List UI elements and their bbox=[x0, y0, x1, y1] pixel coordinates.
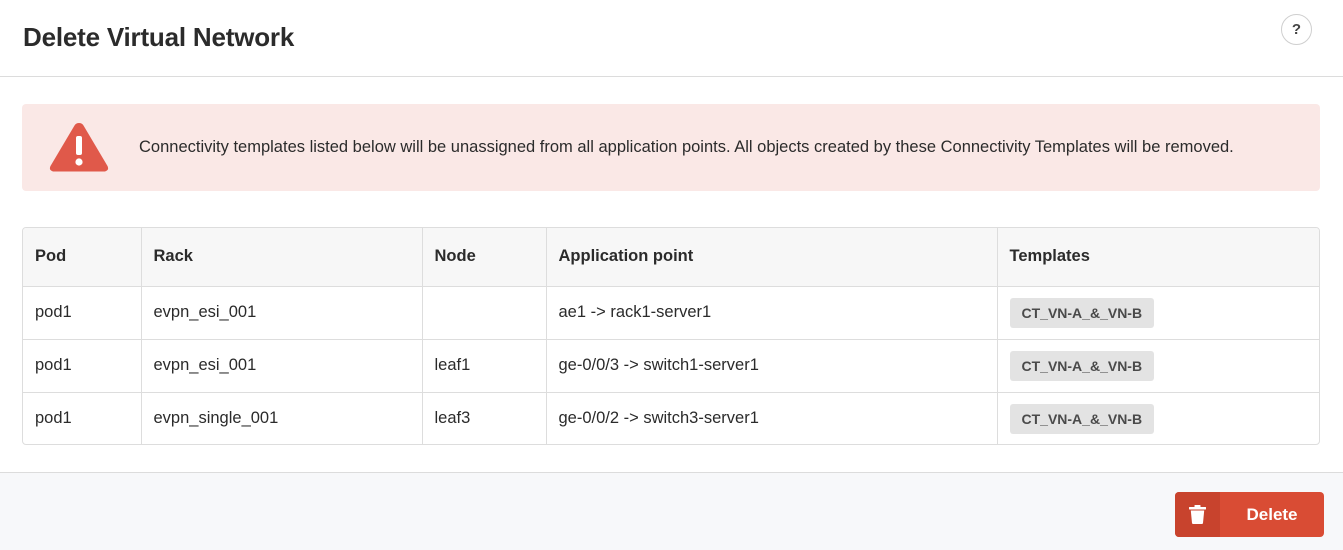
cell-application-point: ae1 -> rack1-server1 bbox=[546, 286, 998, 339]
delete-button[interactable]: Delete bbox=[1175, 492, 1324, 537]
dialog-header: Delete Virtual Network ? bbox=[0, 0, 1343, 77]
warning-alert: Connectivity templates listed below will… bbox=[22, 104, 1320, 191]
dialog-footer: Delete bbox=[0, 472, 1343, 550]
dialog-title: Delete Virtual Network bbox=[23, 22, 295, 52]
cell-application-point: ge-0/0/3 -> switch1-server1 bbox=[546, 339, 998, 392]
connectivity-templates-table: Pod Rack Node Application point Template… bbox=[22, 227, 1320, 445]
template-tag[interactable]: CT_VN-A_&_VN-B bbox=[1009, 297, 1155, 328]
column-header-pod[interactable]: Pod bbox=[23, 228, 142, 287]
cell-rack: evpn_esi_001 bbox=[141, 339, 423, 392]
column-header-node[interactable]: Node bbox=[422, 228, 547, 287]
cell-application-point: ge-0/0/2 -> switch3-server1 bbox=[546, 392, 998, 444]
cell-pod: pod1 bbox=[23, 286, 142, 339]
table-row: pod1 evpn_esi_001 leaf1 ge-0/0/3 -> swit… bbox=[23, 339, 1319, 392]
cell-rack: evpn_esi_001 bbox=[141, 286, 423, 339]
cell-templates: CT_VN-A_&_VN-B bbox=[997, 339, 1319, 392]
alert-message: Connectivity templates listed below will… bbox=[139, 138, 1234, 156]
column-header-application-point[interactable]: Application point bbox=[546, 228, 998, 287]
column-header-templates[interactable]: Templates bbox=[997, 228, 1319, 287]
trash-icon bbox=[1189, 505, 1206, 524]
table-row: pod1 evpn_single_001 leaf3 ge-0/0/2 -> s… bbox=[23, 392, 1319, 444]
cell-pod: pod1 bbox=[23, 392, 142, 444]
template-tag[interactable]: CT_VN-A_&_VN-B bbox=[1009, 350, 1155, 381]
help-button[interactable]: ? bbox=[1281, 14, 1312, 45]
column-header-rack[interactable]: Rack bbox=[141, 228, 423, 287]
cell-node: leaf3 bbox=[422, 392, 547, 444]
cell-node bbox=[422, 286, 547, 339]
table-header-row: Pod Rack Node Application point Template… bbox=[23, 228, 1319, 287]
cell-rack: evpn_single_001 bbox=[141, 392, 423, 444]
delete-virtual-network-dialog: Delete Virtual Network ? Connectivity te… bbox=[0, 0, 1343, 550]
warning-triangle-icon bbox=[49, 123, 109, 172]
cell-pod: pod1 bbox=[23, 339, 142, 392]
cell-templates: CT_VN-A_&_VN-B bbox=[997, 392, 1319, 444]
delete-button-icon-area bbox=[1175, 492, 1220, 537]
delete-button-label: Delete bbox=[1246, 505, 1298, 524]
table-row: pod1 evpn_esi_001 ae1 -> rack1-server1 C… bbox=[23, 286, 1319, 339]
cell-node: leaf1 bbox=[422, 339, 547, 392]
template-tag[interactable]: CT_VN-A_&_VN-B bbox=[1009, 403, 1155, 434]
cell-templates: CT_VN-A_&_VN-B bbox=[997, 286, 1319, 339]
